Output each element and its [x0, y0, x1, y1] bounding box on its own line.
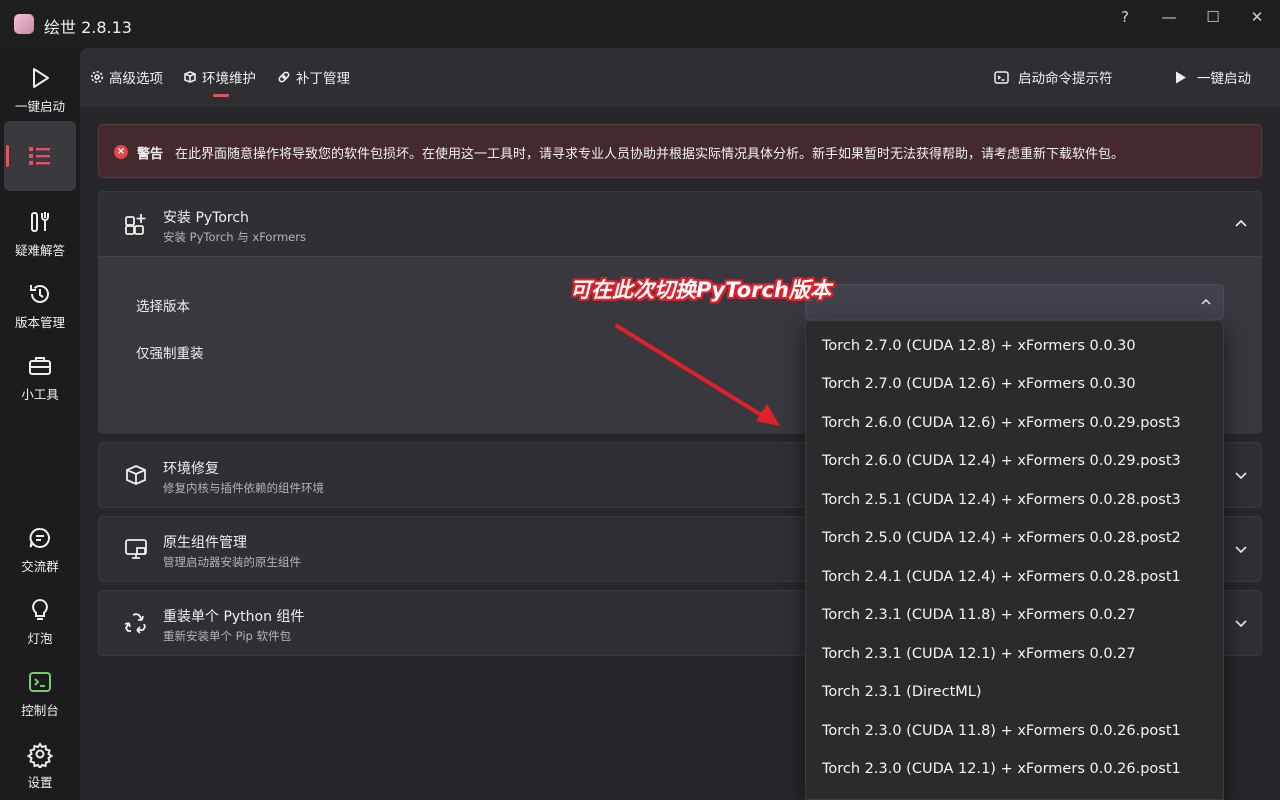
tools-icon — [31, 212, 49, 232]
chevron-up-icon[interactable] — [1233, 216, 1249, 232]
version-dropdown: Torch 2.7.0 (CUDA 12.8) + xFormers 0.0.3… — [805, 320, 1224, 800]
title-bar: 绘世 2.8.13 ? — ☐ ✕ — [0, 0, 1280, 48]
sidebar-item-troubleshoot[interactable]: 疑难解答 — [4, 200, 76, 270]
sidebar-item-label: 小工具 — [21, 387, 59, 402]
dropdown-option[interactable]: Torch 2.3.1 (CUDA 11.8) + xFormers 0.0.2… — [822, 607, 1136, 623]
chevron-down-icon — [1235, 620, 1247, 628]
sidebar-item-label: 控制台 — [21, 703, 59, 718]
annotation-text: 可在此次切换PyTorch版本 — [570, 278, 831, 302]
bulb-icon — [32, 598, 48, 620]
warning-banner: × 警告 在此界面随意操作将导致您的软件包损坏。在使用这一工具时，请寻求专业人员… — [98, 124, 1262, 178]
chevron-down-icon — [1235, 472, 1247, 480]
error-icon: × — [114, 145, 128, 159]
sidebar-item-label: 一键启动 — [14, 99, 65, 114]
card-subtitle: 安装 PyTorch 与 xFormers — [163, 230, 306, 244]
sidebar-item-bulb[interactable]: 灯泡 — [4, 588, 76, 658]
warning-text: 在此界面随意操作将导致您的软件包损坏。在使用这一工具时，请寻求专业人员协助并根据… — [175, 147, 1125, 162]
list-icon — [29, 147, 50, 165]
sidebar: 一键启动 疑难解答 版本管理 小工具 交流群 灯泡 控制台 设置 — [0, 48, 80, 800]
play-icon — [33, 68, 49, 88]
sidebar-item-label: 版本管理 — [14, 315, 65, 330]
play-icon — [1176, 71, 1186, 83]
card-subtitle: 管理启动器安装的原生组件 — [163, 555, 301, 569]
pytorch-card-header[interactable]: 安装 PyTorch 安装 PyTorch 与 xFormers — [99, 192, 1261, 256]
dropdown-option[interactable]: Torch 2.6.0 (CUDA 12.6) + xFormers 0.0.2… — [822, 415, 1181, 431]
launch-button[interactable]: 一键启动 — [1173, 67, 1251, 87]
card-title: 安装 PyTorch — [163, 210, 249, 226]
sidebar-item-console[interactable]: 控制台 — [4, 660, 76, 730]
minimize-button[interactable]: — — [1158, 6, 1180, 28]
card-title: 原生组件管理 — [163, 535, 247, 551]
card-subtitle: 重新安装单个 Pip 软件包 — [163, 629, 291, 643]
version-select[interactable] — [805, 284, 1224, 320]
dropdown-option[interactable]: Torch 2.7.0 (CUDA 12.8) + xFormers 0.0.3… — [822, 338, 1136, 354]
tab-patches[interactable]: 补丁管理 — [277, 67, 350, 87]
dropdown-option[interactable]: Torch 2.3.1 (DirectML) — [822, 684, 982, 700]
sidebar-item-label: 灯泡 — [27, 631, 53, 646]
terminal-icon — [994, 70, 1009, 84]
tab-label: 高级选项 — [109, 71, 163, 87]
tab-advanced[interactable]: 高级选项 — [90, 67, 163, 87]
recycle-icon — [124, 613, 146, 634]
dropdown-option[interactable]: Torch 2.6.0 (CUDA 12.4) + xFormers 0.0.2… — [822, 453, 1181, 469]
warning-title: 警告 — [137, 147, 164, 162]
sidebar-item-label: 设置 — [27, 775, 53, 790]
top-bar: 高级选项 环境维护 补丁管理 启动命令提示符 一键启动 — [80, 48, 1280, 106]
apps-add-icon — [125, 214, 146, 235]
sidebar-item-community[interactable]: 交流群 — [4, 516, 76, 586]
dropdown-option[interactable]: Torch 2.3.1 (CUDA 12.1) + xFormers 0.0.2… — [822, 646, 1136, 662]
bandage-icon — [278, 71, 290, 83]
sidebar-item-tools[interactable]: 小工具 — [4, 344, 76, 414]
dropdown-option[interactable]: Torch 2.3.0 (CUDA 12.1) + xFormers 0.0.2… — [822, 761, 1181, 777]
chevron-up-icon — [1201, 298, 1211, 305]
package-repair-icon — [126, 465, 146, 485]
window-title: 绘世 2.8.13 — [44, 18, 132, 37]
card-title: 环境修复 — [163, 461, 219, 477]
sidebar-item-label: 疑难解答 — [14, 243, 65, 258]
gear-icon — [91, 71, 103, 83]
force-reinstall-label: 仅强制重装 — [136, 346, 204, 362]
package-icon — [184, 71, 196, 83]
tab-active-indicator — [213, 94, 229, 97]
card-title: 重装单个 Python 组件 — [163, 609, 305, 625]
card-subtitle: 修复内核与插件依赖的组件环境 — [163, 481, 324, 495]
version-label: 选择版本 — [136, 299, 190, 315]
sidebar-item-launch[interactable]: 一键启动 — [4, 56, 76, 126]
toolbox-icon — [29, 357, 51, 375]
dropdown-option[interactable]: Torch 2.5.1 (CUDA 12.4) + xFormers 0.0.2… — [822, 492, 1181, 508]
sidebar-item-label: 交流群 — [21, 559, 59, 574]
maximize-button[interactable]: ☐ — [1202, 6, 1224, 28]
help-button[interactable]: ? — [1114, 6, 1136, 28]
launch-cmd-button[interactable]: 启动命令提示符 — [994, 67, 1113, 87]
console-icon — [29, 672, 51, 692]
sidebar-item-versions[interactable]: 版本管理 — [4, 272, 76, 342]
dropdown-option[interactable]: Torch 2.5.0 (CUDA 12.4) + xFormers 0.0.2… — [822, 530, 1181, 546]
gear-icon — [26, 742, 54, 768]
tab-environment[interactable]: 环境维护 — [183, 67, 256, 87]
tab-label: 环境维护 — [202, 71, 256, 87]
history-icon — [30, 285, 49, 303]
sidebar-item-advanced[interactable] — [4, 121, 76, 191]
close-button[interactable]: ✕ — [1246, 6, 1268, 28]
dropdown-option[interactable]: Torch 2.7.0 (CUDA 12.6) + xFormers 0.0.3… — [822, 376, 1136, 392]
chat-icon — [29, 528, 50, 548]
sidebar-item-settings[interactable]: 设置 — [4, 732, 76, 800]
chevron-down-icon — [1235, 546, 1247, 554]
app-logo — [14, 14, 34, 34]
dropdown-option[interactable]: Torch 2.4.1 (CUDA 12.4) + xFormers 0.0.2… — [822, 569, 1181, 585]
active-indicator — [6, 145, 9, 167]
desktop-icon — [125, 539, 147, 559]
dropdown-option[interactable]: Torch 2.3.0 (CUDA 11.8) + xFormers 0.0.2… — [822, 723, 1181, 739]
tab-label: 补丁管理 — [296, 71, 350, 87]
